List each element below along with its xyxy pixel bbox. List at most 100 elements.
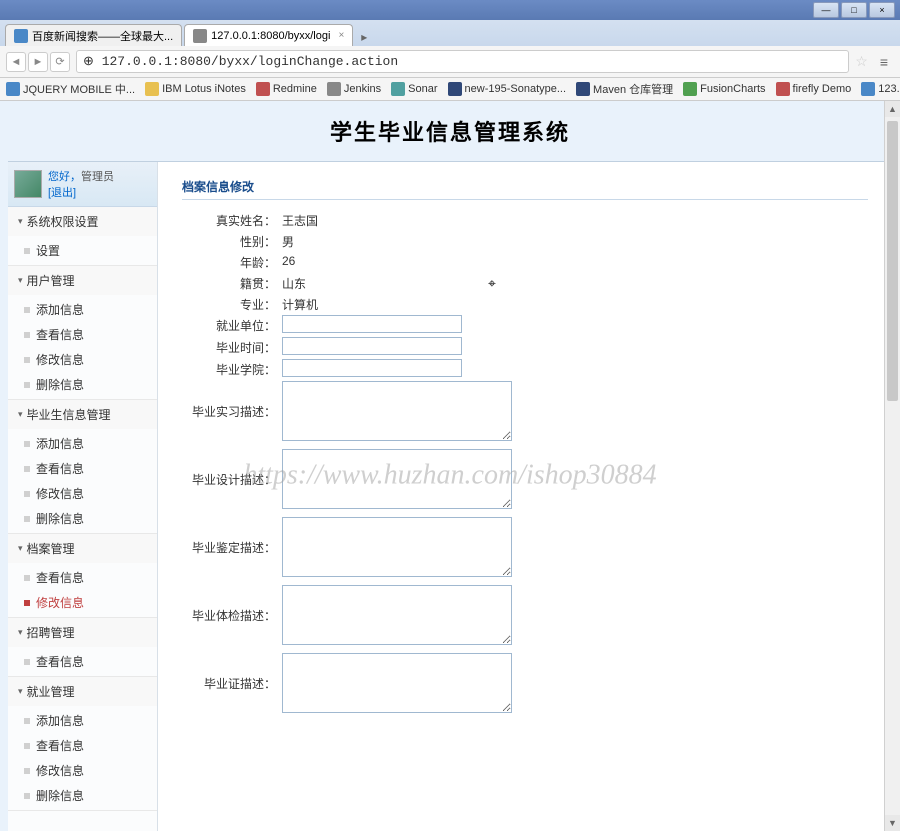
value-origin: 山东 bbox=[282, 273, 306, 292]
input-employer[interactable] bbox=[282, 315, 462, 333]
bookmark-icon bbox=[391, 82, 405, 96]
label-name: 真实姓名 bbox=[182, 210, 282, 229]
scrollbar-thumb[interactable] bbox=[887, 121, 898, 401]
label-age: 年龄 bbox=[182, 252, 282, 271]
browser-tab-1[interactable]: 127.0.0.1:8080/byxx/logi × bbox=[184, 24, 353, 46]
bookmark-item[interactable]: JQUERY MOBILE 中... bbox=[6, 81, 135, 97]
back-button[interactable]: ◄ bbox=[6, 52, 26, 72]
textarea-review[interactable] bbox=[282, 517, 512, 577]
menu-item-add[interactable]: 添加信息 bbox=[8, 297, 157, 322]
bookmark-icon bbox=[448, 82, 462, 96]
bookmark-icon bbox=[861, 82, 875, 96]
menu-header-label: 用户管理 bbox=[27, 272, 75, 289]
menu-header-employment[interactable]: 就业管理 bbox=[8, 677, 157, 706]
bookmark-item[interactable]: Redmine bbox=[256, 82, 317, 96]
browser-tab-0[interactable]: 百度新闻搜索——全球最大... bbox=[5, 24, 182, 46]
bookmark-label: Redmine bbox=[273, 83, 317, 95]
address-bar: ◄ ► ⟳ ⊕ 127.0.0.1:8080/byxx/loginChange.… bbox=[0, 46, 900, 78]
logout-link[interactable]: [退出] bbox=[48, 187, 76, 199]
value-name: 王志国 bbox=[282, 210, 318, 229]
bookmark-item[interactable]: IBM Lotus iNotes bbox=[145, 82, 246, 96]
menu-header-archive[interactable]: 档案管理 bbox=[8, 534, 157, 563]
bookmark-label: firefly Demo bbox=[793, 83, 852, 95]
menu-item-settings[interactable]: 设置 bbox=[8, 238, 157, 263]
tab-title: 127.0.0.1:8080/byxx/logi bbox=[211, 30, 330, 42]
reload-button[interactable]: ⟳ bbox=[50, 52, 70, 72]
textarea-cert[interactable] bbox=[282, 653, 512, 713]
menu-item-view[interactable]: 查看信息 bbox=[8, 733, 157, 758]
bookmark-icon bbox=[327, 82, 341, 96]
url-input[interactable]: ⊕ 127.0.0.1:8080/byxx/loginChange.action bbox=[76, 50, 849, 73]
menu-item-view[interactable]: 查看信息 bbox=[8, 649, 157, 674]
menu-header-label: 系统权限设置 bbox=[27, 213, 99, 230]
bookmark-item[interactable]: new-195-Sonatype... bbox=[448, 82, 567, 96]
browser-menu-icon[interactable]: ≡ bbox=[874, 54, 894, 70]
label-employer: 就业单位 bbox=[182, 315, 282, 334]
label-grad-school: 毕业学院 bbox=[182, 359, 282, 378]
label-intern: 毕业实习描述 bbox=[182, 403, 282, 420]
new-tab-button[interactable]: ▸ bbox=[355, 28, 373, 46]
menu-item-edit[interactable]: 修改信息 bbox=[8, 481, 157, 506]
menu-item-delete[interactable]: 删除信息 bbox=[8, 506, 157, 531]
user-name: 管理员 bbox=[81, 171, 114, 183]
bookmark-item[interactable]: Maven 仓库管理 bbox=[576, 81, 673, 97]
close-icon[interactable]: × bbox=[338, 30, 344, 41]
textarea-design[interactable] bbox=[282, 449, 512, 509]
close-button[interactable]: × bbox=[869, 2, 895, 18]
menu-item-edit[interactable]: 修改信息 bbox=[8, 347, 157, 372]
bookmark-icon bbox=[6, 82, 20, 96]
vertical-scrollbar[interactable]: ▲ ▼ bbox=[884, 101, 900, 831]
menu-header-user[interactable]: 用户管理 bbox=[8, 266, 157, 295]
bookmark-icon bbox=[776, 82, 790, 96]
tab-title: 百度新闻搜索——全球最大... bbox=[32, 28, 173, 44]
maximize-button[interactable]: □ bbox=[841, 2, 867, 18]
avatar bbox=[14, 170, 42, 198]
scroll-down-button[interactable]: ▼ bbox=[885, 815, 900, 831]
tab-bar: 百度新闻搜索——全球最大... 127.0.0.1:8080/byxx/logi… bbox=[0, 20, 900, 46]
menu-item-delete[interactable]: 删除信息 bbox=[8, 372, 157, 397]
panel-title: 档案信息修改 bbox=[182, 178, 868, 200]
user-box: 您好，管理员 [退出] bbox=[8, 162, 157, 207]
menu-item-view[interactable]: 查看信息 bbox=[8, 322, 157, 347]
bookmark-item[interactable]: 123.127.237.189... bbox=[861, 82, 900, 96]
label-major: 专业 bbox=[182, 294, 282, 313]
bookmark-label: Maven 仓库管理 bbox=[593, 81, 673, 97]
menu-item-edit[interactable]: 修改信息 bbox=[8, 758, 157, 783]
bookmark-item[interactable]: firefly Demo bbox=[776, 82, 852, 96]
menu-item-add[interactable]: 添加信息 bbox=[8, 708, 157, 733]
bookmark-icon bbox=[145, 82, 159, 96]
scroll-up-button[interactable]: ▲ bbox=[885, 101, 900, 117]
bookmark-icon bbox=[256, 82, 270, 96]
menu-item-view[interactable]: 查看信息 bbox=[8, 456, 157, 481]
menu-header-system[interactable]: 系统权限设置 bbox=[8, 207, 157, 236]
menu-header-graduate[interactable]: 毕业生信息管理 bbox=[8, 400, 157, 429]
bookmark-item[interactable]: Sonar bbox=[391, 82, 437, 96]
minimize-button[interactable]: — bbox=[813, 2, 839, 18]
favicon-icon bbox=[14, 29, 28, 43]
bookmark-item[interactable]: FusionCharts bbox=[683, 82, 765, 96]
menu-item-view[interactable]: 查看信息 bbox=[8, 565, 157, 590]
textarea-physical[interactable] bbox=[282, 585, 512, 645]
bookmark-item[interactable]: Jenkins bbox=[327, 82, 381, 96]
bookmark-label: Jenkins bbox=[344, 83, 381, 95]
forward-button[interactable]: ► bbox=[28, 52, 48, 72]
bookmark-icon bbox=[576, 82, 590, 96]
menu-header-recruit[interactable]: 招聘管理 bbox=[8, 618, 157, 647]
bookmark-label: IBM Lotus iNotes bbox=[162, 83, 246, 95]
menu-item-add[interactable]: 添加信息 bbox=[8, 431, 157, 456]
menu-item-edit[interactable]: 修改信息 bbox=[8, 590, 157, 615]
bookmark-icon bbox=[683, 82, 697, 96]
bookmark-star-icon[interactable]: ☆ bbox=[855, 53, 868, 70]
value-gender: 男 bbox=[282, 231, 294, 250]
input-grad-date[interactable] bbox=[282, 337, 462, 355]
label-grad-date: 毕业时间 bbox=[182, 337, 282, 356]
bookmark-label: 123.127.237.189... bbox=[878, 83, 900, 95]
value-age: 26 bbox=[282, 252, 295, 268]
menu-header-label: 毕业生信息管理 bbox=[27, 406, 111, 423]
bookmark-label: FusionCharts bbox=[700, 83, 765, 95]
textarea-intern[interactable] bbox=[282, 381, 512, 441]
menu-header-label: 就业管理 bbox=[27, 683, 75, 700]
label-design: 毕业设计描述 bbox=[182, 471, 282, 488]
input-grad-school[interactable] bbox=[282, 359, 462, 377]
menu-item-delete[interactable]: 删除信息 bbox=[8, 783, 157, 808]
